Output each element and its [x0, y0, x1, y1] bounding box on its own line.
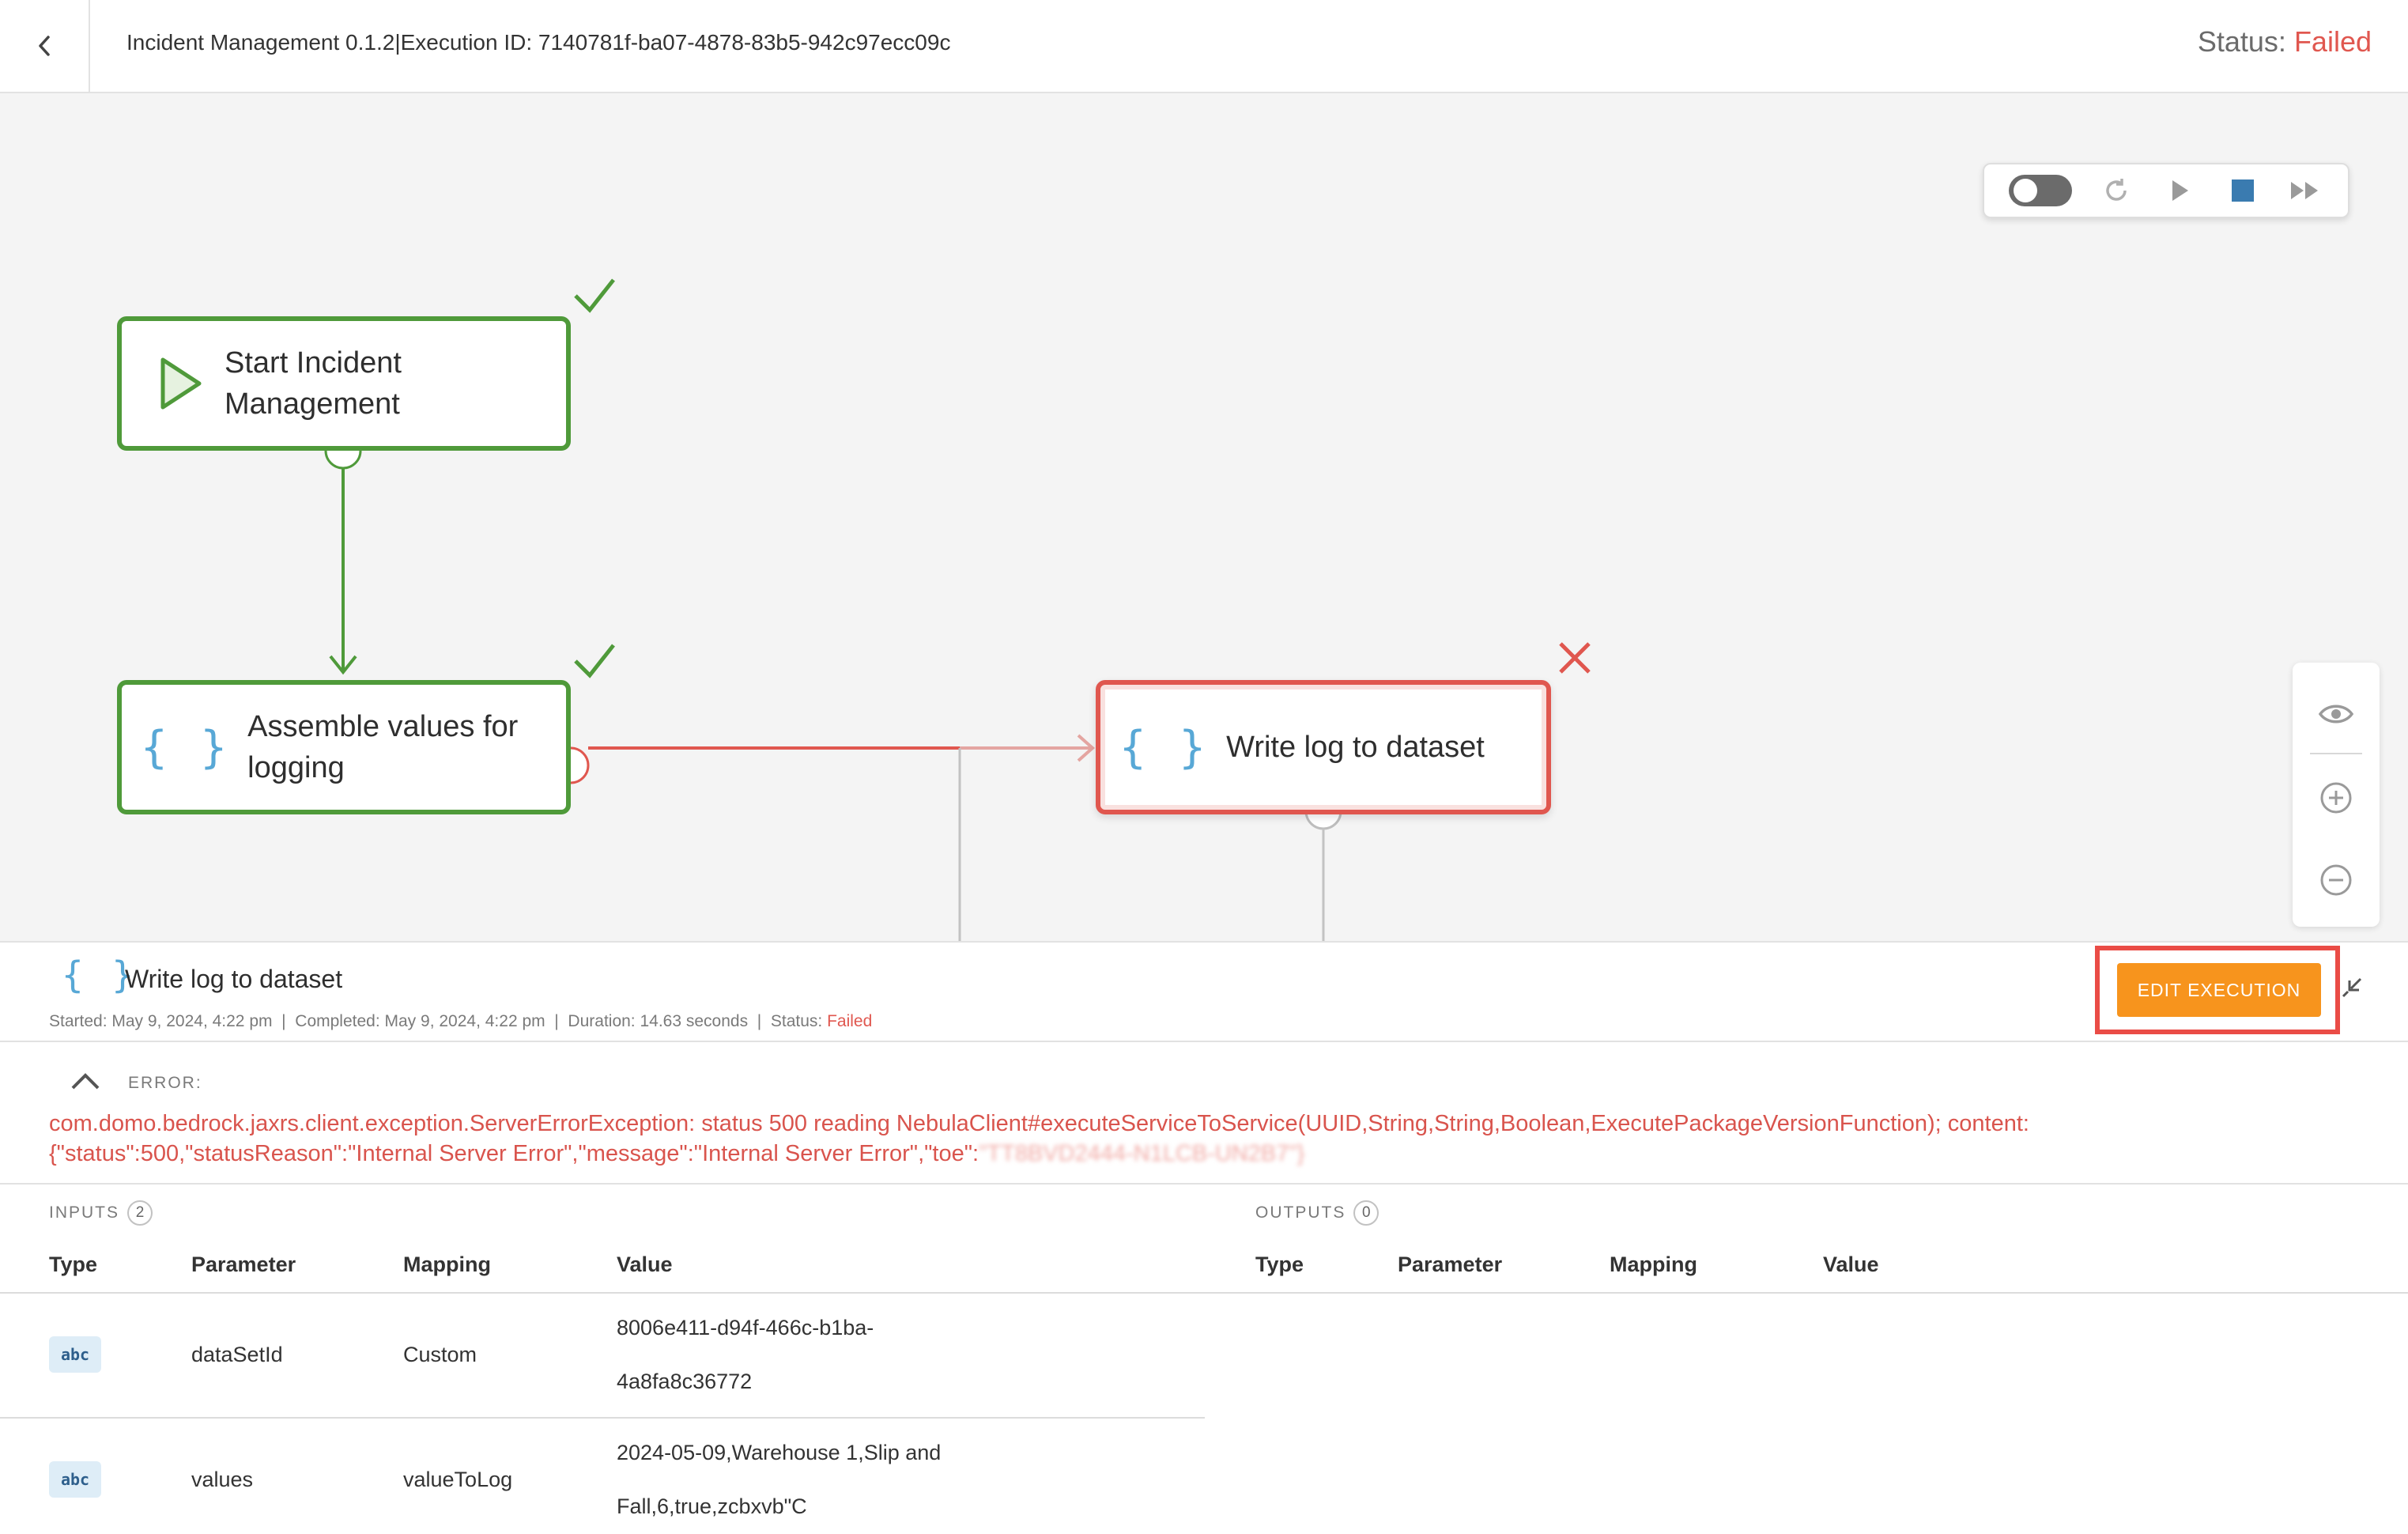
outputs-col-type: Type	[1255, 1253, 1304, 1276]
step-status: Failed	[827, 1012, 873, 1030]
node-label: Assemble values for logging	[247, 710, 519, 784]
play-icon[interactable]	[2161, 172, 2198, 209]
outputs-count: 0	[1353, 1200, 1380, 1226]
play-icon	[160, 357, 202, 410]
code-braces-icon: { }	[141, 721, 231, 773]
value-cell-line2: Fall,6,true,zcbxvb"C	[617, 1494, 807, 1518]
fast-forward-icon[interactable]	[2287, 172, 2323, 209]
back-button[interactable]	[0, 0, 90, 92]
mapping-cell: valueToLog	[403, 1468, 513, 1491]
success-check-icon	[574, 644, 615, 678]
step-title: Write log to dataset	[125, 965, 343, 993]
workflow-node-start[interactable]: Start Incident Management	[117, 316, 571, 451]
error-label: ERROR:	[128, 1074, 202, 1092]
workflow-canvas[interactable]: Start Incident Management { } Assemble va…	[0, 93, 2408, 941]
row-divider	[0, 1417, 1205, 1419]
top-header: Incident Management 0.1.2|Execution ID: …	[0, 0, 2408, 93]
value-cell-line1: 8006e411-d94f-466c-b1ba-	[617, 1316, 874, 1339]
status-value: Failed	[2293, 25, 2372, 58]
toggle-switch[interactable]	[2008, 175, 2072, 206]
outputs-col-value: Value	[1823, 1253, 1879, 1276]
inputs-label: INPUTS 2	[49, 1200, 153, 1226]
error-message: com.domo.bedrock.jaxrs.client.exception.…	[49, 1111, 2029, 1166]
error-section: ERROR: com.domo.bedrock.jaxrs.client.exc…	[0, 1042, 2408, 1185]
zoom-out-icon[interactable]	[2293, 844, 2380, 916]
success-check-icon	[574, 278, 615, 313]
value-cell-line1: 2024-05-09,Warehouse 1,Slip and	[617, 1441, 942, 1464]
inputs-col-type: Type	[49, 1253, 98, 1276]
parameter-cell: dataSetId	[191, 1343, 283, 1366]
mapping-cell: Custom	[403, 1343, 477, 1366]
chevron-left-icon	[39, 36, 50, 56]
parameter-cell: values	[191, 1468, 254, 1491]
stop-icon[interactable]	[2225, 172, 2261, 209]
inputs-col-value: Value	[617, 1253, 673, 1276]
value-cell-line2: 4a8fa8c36772	[617, 1370, 753, 1393]
execution-title: Incident Management 0.1.2|Execution ID: …	[126, 30, 951, 55]
table-header-divider	[0, 1292, 2408, 1294]
redacted-text: "TT8BVD2444-N1LCB-UN2B7"}	[979, 1141, 1305, 1166]
code-braces-icon: { }	[1119, 721, 1210, 773]
zoom-controls	[2293, 663, 2380, 927]
zoom-in-icon[interactable]	[2293, 762, 2380, 833]
execution-toolbar	[1983, 163, 2349, 218]
eye-icon[interactable]	[2293, 678, 2380, 750]
status-label: Status:	[2197, 25, 2294, 58]
type-badge: abc	[49, 1336, 101, 1373]
workflow-node-write-log[interactable]: { } Write log to dataset	[1096, 680, 1551, 814]
inputs-col-parameter: Parameter	[191, 1253, 296, 1276]
collapse-icon[interactable]	[2338, 974, 2365, 1001]
step-meta: Started: May 9, 2024, 4:22 pm | Complete…	[49, 1012, 873, 1030]
outputs-label: OUTPUTS 0	[1255, 1200, 1380, 1226]
divider	[2310, 753, 2362, 754]
inputs-count: 2	[127, 1200, 153, 1226]
outputs-col-mapping: Mapping	[1610, 1253, 1697, 1276]
node-label: Write log to dataset	[1226, 731, 1485, 764]
execution-status: Status: Failed	[2198, 25, 2372, 59]
node-label: Start Incident Management	[225, 346, 402, 421]
type-badge: abc	[49, 1461, 101, 1498]
inputs-col-mapping: Mapping	[403, 1253, 491, 1276]
edit-execution-button[interactable]: EDIT EXECUTION	[2117, 963, 2321, 1017]
failed-x-icon	[1559, 642, 1591, 674]
step-detail-header: { } Write log to dataset Started: May 9,…	[0, 941, 2408, 1042]
outputs-col-parameter: Parameter	[1398, 1253, 1503, 1276]
workflow-node-assemble[interactable]: { } Assemble values for logging	[117, 680, 571, 814]
refresh-icon[interactable]	[2098, 172, 2134, 209]
chevron-up-icon[interactable]	[70, 1071, 101, 1091]
